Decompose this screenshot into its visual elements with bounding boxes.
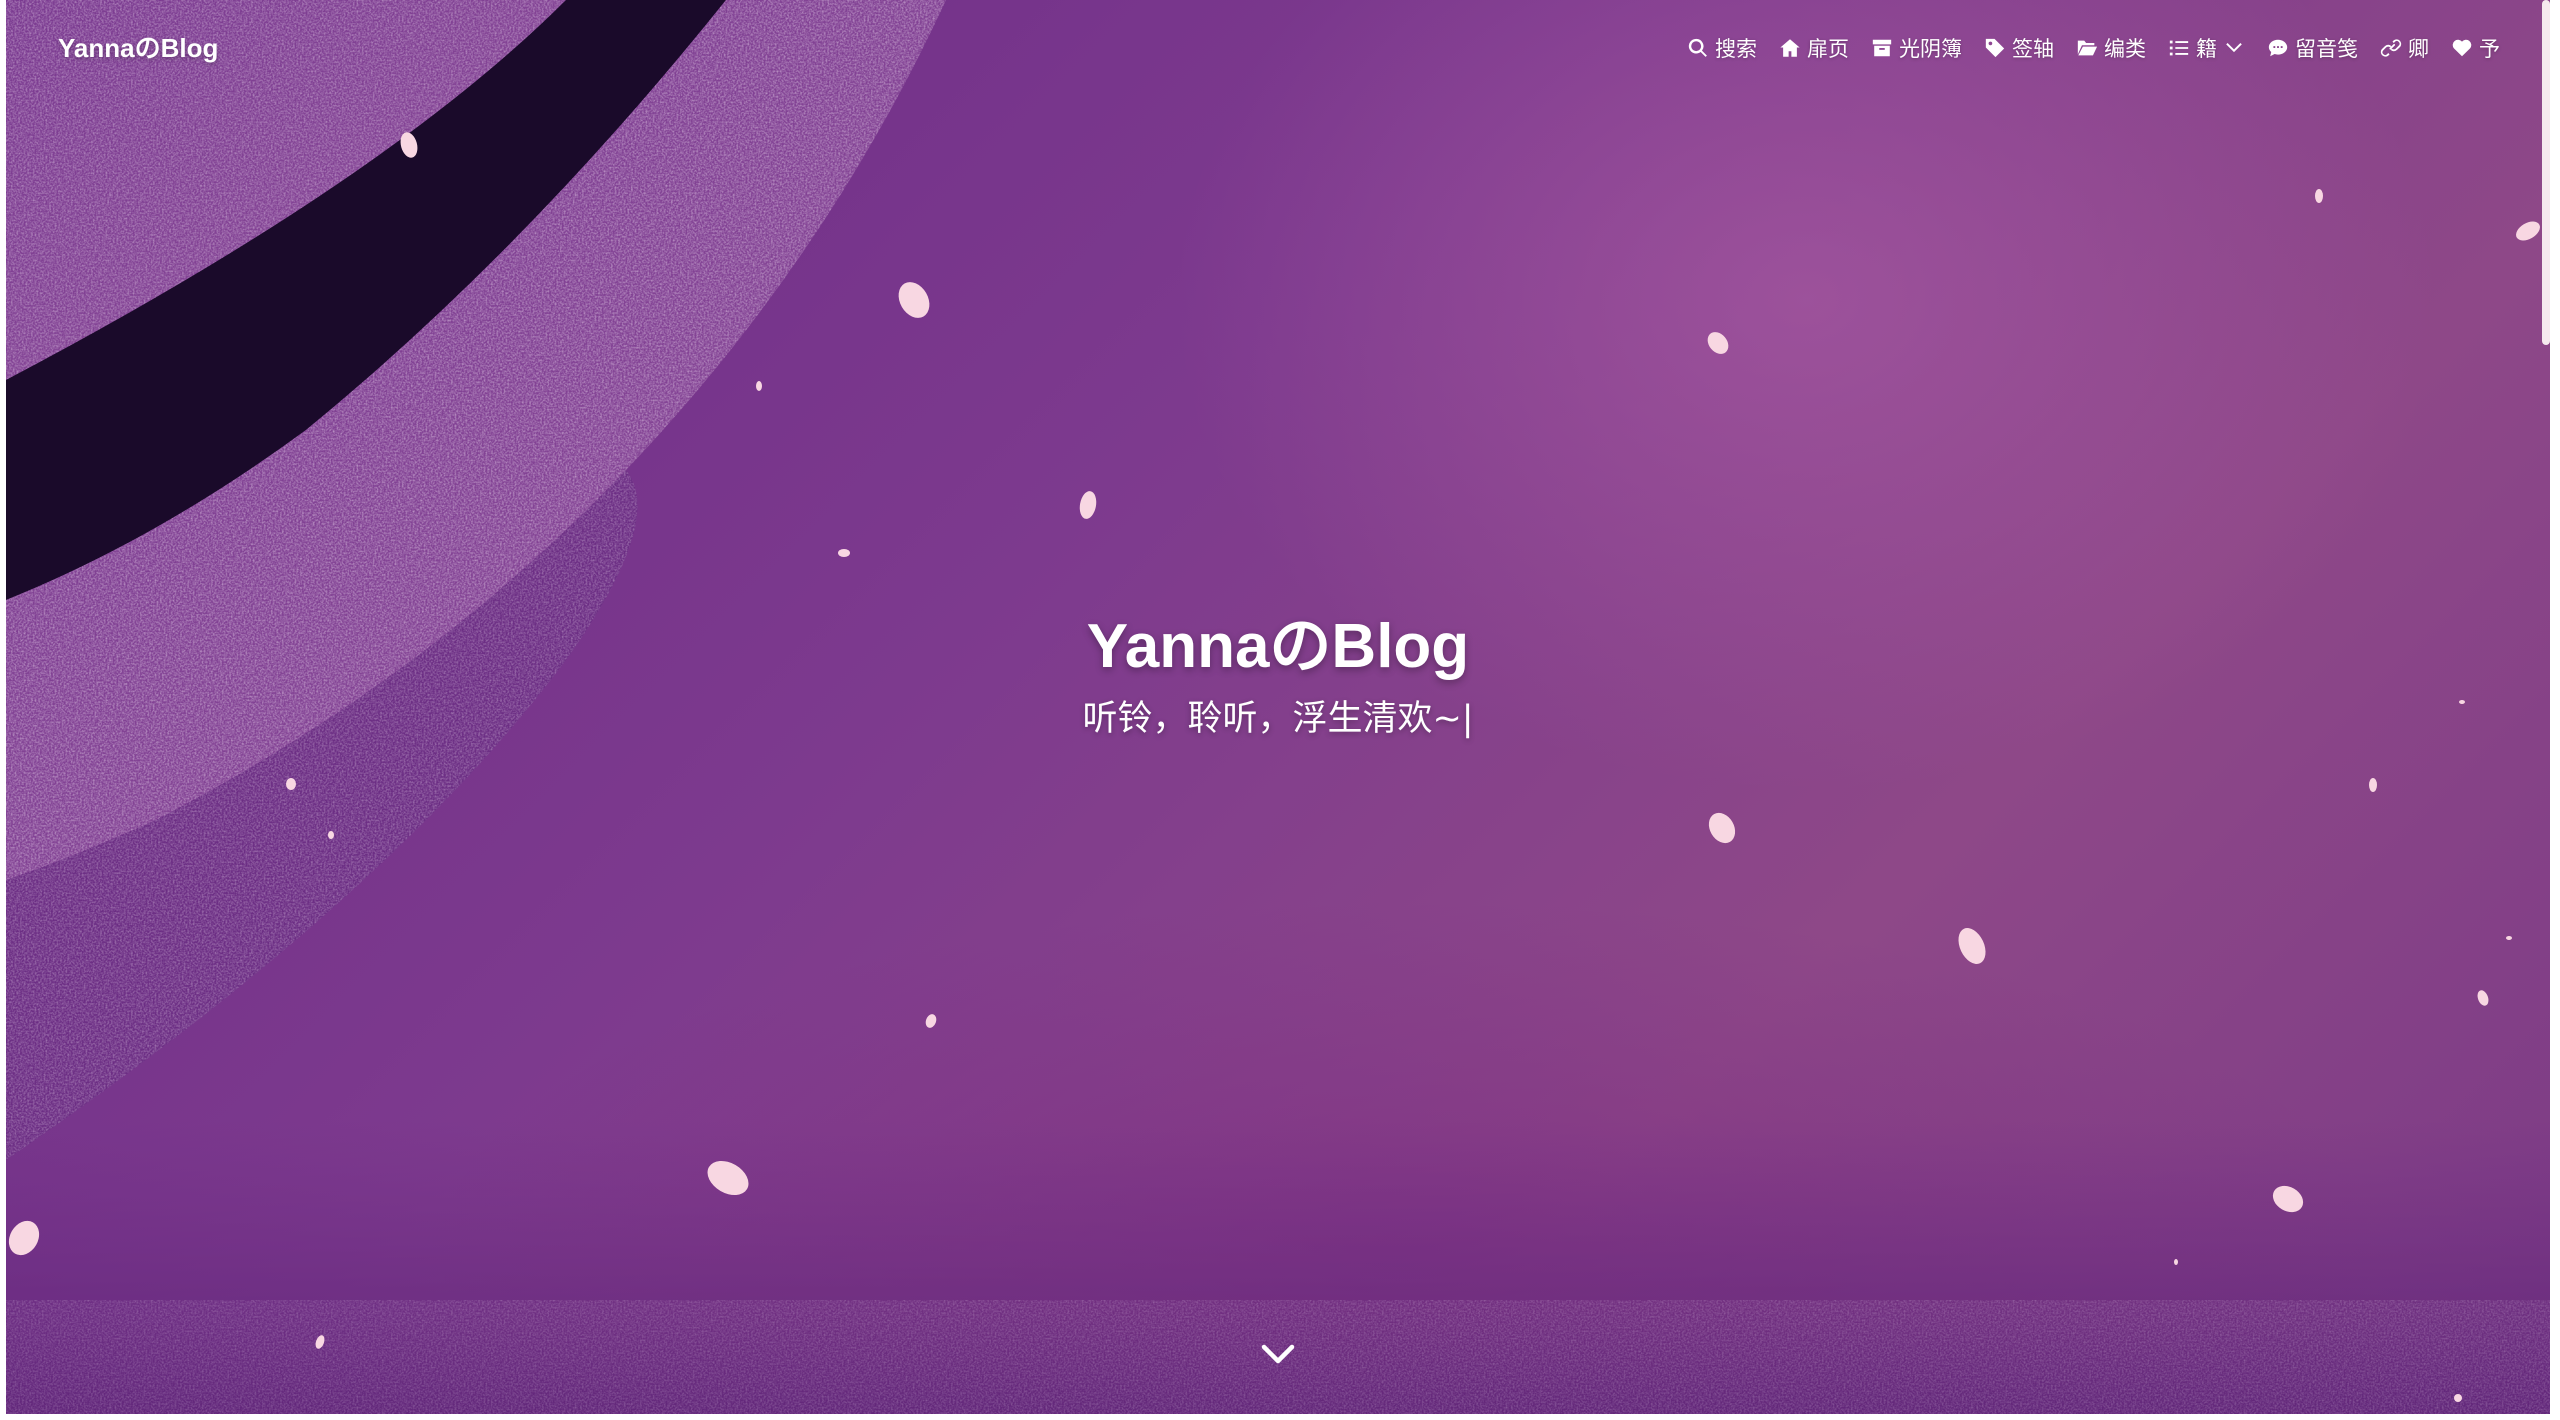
petal bbox=[328, 831, 334, 839]
folder-open-icon bbox=[2077, 40, 2098, 56]
site-title: YannaのBlog bbox=[1086, 612, 1470, 681]
petal bbox=[898, 282, 930, 318]
petal bbox=[286, 778, 296, 790]
heart-icon bbox=[2452, 39, 2472, 57]
petal bbox=[2369, 778, 2377, 792]
nav-item-label: 签轴 bbox=[2012, 37, 2054, 61]
nav-item-tags[interactable]: 签轴 bbox=[1984, 33, 2054, 63]
home-icon bbox=[1780, 39, 1800, 57]
nav-item-books-dropdown[interactable]: 籍 bbox=[2168, 33, 2245, 63]
petal bbox=[2315, 189, 2323, 203]
hero-section: YannaのBlog 听铃，聆听，浮生清欢~| bbox=[6, 610, 2550, 741]
petal bbox=[838, 549, 850, 557]
chevron-down-icon bbox=[2226, 42, 2242, 53]
nav-item-label: 予 bbox=[2479, 37, 2500, 61]
nav-item-label: 卿 bbox=[2408, 37, 2429, 61]
nav-item-label: 编类 bbox=[2104, 37, 2146, 61]
petal bbox=[1708, 812, 1736, 844]
texture-ground bbox=[6, 1120, 2550, 1414]
petal bbox=[925, 1014, 937, 1028]
scroll-down-button[interactable] bbox=[1261, 1340, 1295, 1368]
nav-item-search[interactable]: 搜索 bbox=[1687, 33, 1757, 63]
site-brand-link[interactable]: YannaのBlog bbox=[58, 28, 218, 65]
nav-item-label: 留音笺 bbox=[2295, 37, 2358, 61]
petal bbox=[1707, 332, 1729, 354]
nav-item-about[interactable]: 予 bbox=[2451, 33, 2500, 63]
petal bbox=[2477, 990, 2489, 1006]
search-icon bbox=[1688, 38, 1707, 57]
petal bbox=[756, 381, 762, 391]
petal bbox=[1079, 491, 1097, 519]
nav-item-label: 光阴簿 bbox=[1899, 37, 1962, 61]
hero-page: YannaのBlog 搜索 扉页 光阴簿 签轴 编类 籍 留音笺 卿 予 Yan… bbox=[6, 0, 2550, 1414]
page-scrollbar[interactable] bbox=[2542, 0, 2550, 345]
tag-icon bbox=[1985, 38, 2005, 58]
nav-item-label: 扉页 bbox=[1807, 37, 1849, 61]
nav-item-label: 搜索 bbox=[1715, 37, 1757, 61]
nav-item-home[interactable]: 扉页 bbox=[1779, 33, 1849, 63]
nav-item-categories[interactable]: 编类 bbox=[2076, 33, 2146, 63]
chevron-down-icon bbox=[1261, 1344, 1295, 1364]
petal bbox=[2506, 936, 2512, 940]
link-icon bbox=[2380, 39, 2402, 57]
nav-item-guestbook[interactable]: 留音笺 bbox=[2267, 33, 2358, 63]
nav-item-label: 籍 bbox=[2196, 37, 2217, 61]
nav-item-friends[interactable]: 卿 bbox=[2380, 33, 2429, 63]
list-icon bbox=[2169, 40, 2189, 56]
site-subtitle: 听铃，聆听，浮生清欢~| bbox=[1082, 699, 1474, 740]
archive-icon bbox=[1872, 39, 1892, 57]
comment-icon bbox=[2268, 39, 2288, 57]
petal bbox=[2454, 1394, 2462, 1402]
petal bbox=[2174, 1259, 2178, 1265]
petal bbox=[2516, 221, 2540, 241]
top-navbar: YannaのBlog 搜索 扉页 光阴簿 签轴 编类 籍 留音笺 卿 予 bbox=[6, 0, 2550, 100]
nav-menu: 搜索 扉页 光阴簿 签轴 编类 籍 留音笺 卿 予 bbox=[1687, 33, 2500, 63]
petal bbox=[1958, 928, 1986, 964]
nav-item-archive[interactable]: 光阴簿 bbox=[1871, 33, 1962, 63]
